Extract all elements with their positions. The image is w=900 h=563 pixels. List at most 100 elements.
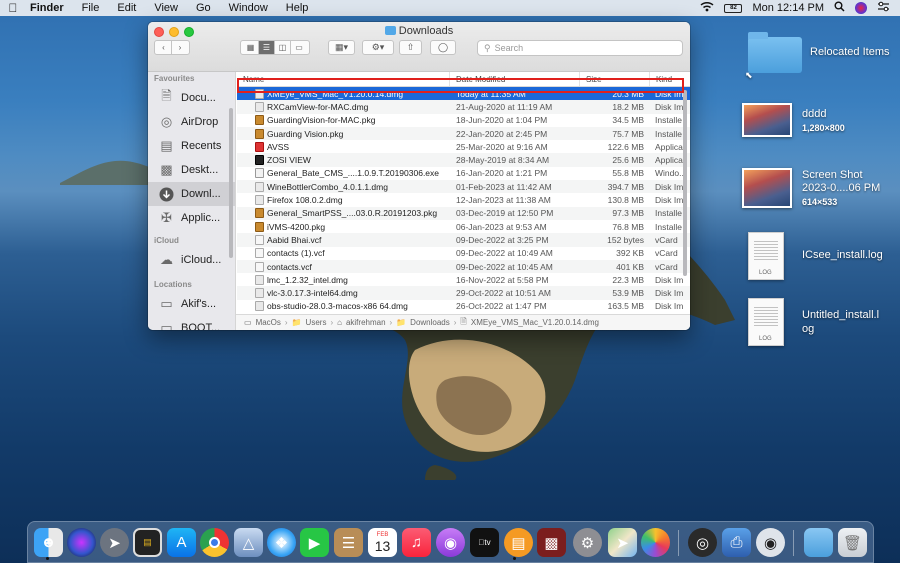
file-row[interactable]: General_SmartPSS_....03.0.R.20191203.pkg… [237,206,690,220]
desktop-label-screenshot-1[interactable]: Screen Shot [802,169,863,181]
sidebar-scrollbar[interactable] [229,108,233,258]
screenshot-thumbnail[interactable] [742,168,792,208]
path-item[interactable]: Downloads [410,318,450,327]
share-button[interactable]: ⇧ [399,40,422,55]
file-list-scrollbar[interactable] [683,90,687,276]
music-icon[interactable]: ♫ [402,528,431,557]
menu-window[interactable]: Window [220,2,277,14]
sidebar-item-computer[interactable]: ▭ Akif's... [148,292,235,316]
printer-icon[interactable]: ⎙ [722,528,751,557]
chrome-icon[interactable] [200,528,229,557]
camera-app-icon[interactable]: ◉ [756,528,785,557]
podcasts-icon[interactable]: ◉ [436,528,465,557]
action-button[interactable]: ⚙▾ [362,40,394,55]
obs-icon[interactable]: ◎ [688,528,717,557]
menu-go[interactable]: Go [187,2,220,14]
spotlight-icon[interactable] [834,1,845,15]
menu-app-name[interactable]: Finder [26,2,73,14]
file-row[interactable]: General_Bate_CMS_....1.0.9.T.20190306.ex… [237,167,690,180]
file-row[interactable]: iVMS-4200.pkg 06-Jan-2023 at 9:53 AM 76.8 … [237,220,690,233]
sidebar-item-documents[interactable]: 🗎 Docu... [148,86,235,110]
app-store-icon[interactable]: A [167,528,196,557]
untitled-log-file-icon[interactable]: LOG [748,298,784,346]
trash-icon[interactable]: 🗑 [838,528,867,557]
finder-icon[interactable]: ☻ [34,528,63,557]
file-row[interactable]: XMEye_VMS_Mac_V1.20.0.14.dmg Today at 11:… [237,87,690,101]
file-row[interactable]: Firefox 108.0.2.dmg 12-Jan-2023 at 11:38 … [237,193,690,206]
menu-edit[interactable]: Edit [108,2,145,14]
maps-icon[interactable]: ➤ [608,528,637,557]
desktop-label-icsee-log[interactable]: ICsee_install.log [802,249,883,261]
sidebar-item-desktop[interactable]: ▩ Deskt... [148,158,235,182]
path-item[interactable]: akifrehman [346,318,386,327]
sidebar-item-downloads[interactable]: Downl... [148,182,235,206]
siri-icon[interactable] [855,2,867,14]
path-item[interactable]: XMEye_VMS_Mac_V1.20.0.14.dmg [471,318,599,327]
dmg-file-icon [255,301,264,312]
photo-booth-icon[interactable]: ▩ [537,528,566,557]
menu-help[interactable]: Help [277,2,318,14]
system-preferences-icon[interactable]: ⚙ [573,528,602,557]
file-row[interactable]: Guarding Vision.pkg 22-Jan-2020 at 2:45 P… [237,126,690,141]
file-row[interactable]: RXCamView-for-MAC.dmg 21-Aug-2020 at 11:1… [237,100,690,114]
file-row[interactable]: AVSS 25-Mar-2020 at 9:16 AM 122.6 MB Applic… [237,140,690,153]
photos-icon[interactable] [641,528,670,557]
launchpad-icon[interactable]: ➤ [100,528,129,557]
relocated-items-folder-icon[interactable] [748,32,802,73]
group-by-button[interactable]: ▦▾ [328,40,355,55]
notes-icon[interactable]: ☰ [334,528,363,557]
path-item[interactable]: Users [306,318,327,327]
desktop-label-untitled-log-2[interactable]: og [802,323,814,335]
search-field[interactable]: ⚲ Search [477,40,683,56]
control-center-icon[interactable] [877,1,890,15]
file-row[interactable]: obs-studio-28.0.3-macos-x86 64.dmg 26-Oct… [237,300,690,313]
menubar-clock[interactable]: Mon 12:14 PM [752,2,824,14]
preview-icon[interactable]: △ [234,528,263,557]
file-row[interactable]: GuardingVision-for-MAC.pkg 18-Jun-2020 at… [237,114,690,127]
column-header-date[interactable]: Date Modified [450,72,580,86]
calendar-icon[interactable]: FEB 13 [368,528,397,557]
siri-icon[interactable] [67,528,96,557]
menu-view[interactable]: View [145,2,187,14]
sidebar-item-recents[interactable]: ▤ Recents [148,134,235,158]
column-header-kind[interactable]: Kind [650,72,690,86]
desktop-label-dddd[interactable]: dddd [802,108,826,120]
terminal-icon[interactable]: ▤ [133,528,162,557]
tags-button[interactable]: ◯ [430,40,456,55]
battery-icon[interactable]: 82 [724,3,743,13]
list-view-icon[interactable]: ☰ [259,41,275,54]
menu-file[interactable]: File [73,2,109,14]
column-header-name[interactable]: Name [237,72,450,86]
desktop-label-untitled-log-1[interactable]: Untitled_install.l [802,309,879,321]
sidebar-item-icloud-drive[interactable]: ☁ iCloud... [148,248,235,272]
icsee-log-file-icon[interactable]: LOG [748,232,784,280]
facetime-icon[interactable]: ▶ [300,528,329,557]
safari-icon[interactable]: ❖ [267,528,296,557]
column-header-size[interactable]: Size [580,72,650,86]
column-view-icon[interactable]: ◫ [275,41,291,54]
desktop-label-screenshot-2[interactable]: 2023-0....06 PM [802,182,880,194]
sidebar-item-applications[interactable]: ✠ Applic... [148,206,235,230]
wifi-icon[interactable] [700,1,714,15]
back-button[interactable]: ‹ [156,41,172,54]
file-row[interactable]: Aabid Bhai.vcf 09-Dec-2022 at 3:25 PM 152 … [237,233,690,247]
apple-tv-icon[interactable]: tv [470,528,499,557]
path-item[interactable]: MacOs [256,318,281,327]
file-row[interactable]: vlc-3.0.17.3-intel64.dmg 29-Oct-2022 at 1… [237,286,690,300]
file-row[interactable]: ZOSI VIEW 28-May-2019 at 8:34 AM 25.6 MB Ap… [237,153,690,167]
icon-view-icon[interactable]: ▦ [243,41,259,54]
file-row[interactable]: contacts (1).vcf 09-Dec-2022 at 10:49 AM 3… [237,247,690,260]
sidebar-item-bootcamp[interactable]: ▭ BOOT... [148,316,235,330]
file-row[interactable]: WineBottlerCombo_4.0.1.1.dmg 01-Feb-2023 … [237,180,690,194]
file-date: 06-Jan-2023 at 9:53 AM [456,221,547,232]
apple-menu-icon[interactable]:  [0,1,26,15]
file-row[interactable]: lmc_1.2.32_intel.dmg 16-Nov-2022 at 5:58 … [237,273,690,286]
forward-button[interactable]: › [172,41,188,54]
file-row[interactable]: contacts.vcf 09-Dec-2022 at 10:45 AM 401 K… [237,259,690,274]
desktop-label-relocated[interactable]: Relocated Items [810,46,889,58]
downloads-folder-icon[interactable] [804,528,833,557]
sidebar-item-airdrop[interactable]: ◎ AirDrop [148,110,235,134]
gallery-view-icon[interactable]: ▭ [291,41,307,54]
dddd-image-thumbnail[interactable] [742,103,792,137]
books-icon[interactable]: ▤ [504,528,533,557]
